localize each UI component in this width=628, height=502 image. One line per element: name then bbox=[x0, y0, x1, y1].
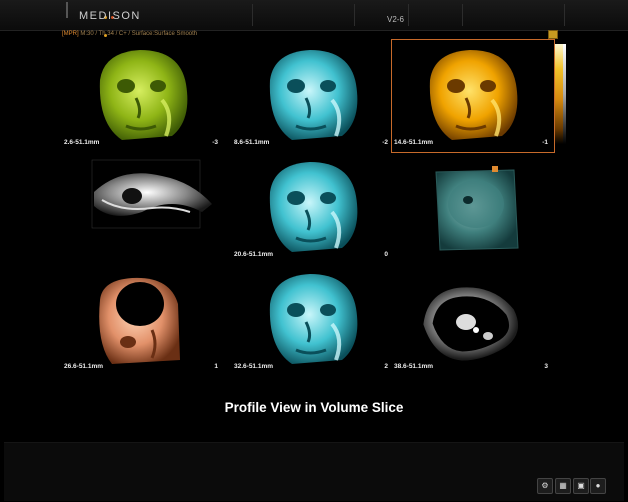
view-caption: Profile View in Volume Slice bbox=[224, 400, 404, 415]
slice-tile[interactable] bbox=[392, 152, 554, 264]
mode-label: [MPR] bbox=[62, 31, 79, 37]
divider bbox=[252, 4, 253, 26]
slice-tile[interactable]: 20.6-51.1mm 0 bbox=[232, 152, 394, 264]
slice-range-label: 2.6-51.1mm bbox=[64, 139, 100, 146]
divider bbox=[462, 4, 463, 26]
settings-icon[interactable]: ⚙ bbox=[537, 478, 553, 494]
slice-index-label: -3 bbox=[212, 139, 218, 146]
slice-index-label: -1 bbox=[542, 139, 548, 146]
divider bbox=[354, 4, 355, 26]
slice-tile[interactable]: 32.6-51.1mm 2 bbox=[232, 264, 394, 376]
slice-index-label: -2 bbox=[382, 139, 388, 146]
slice-range-label: 8.6-51.1mm bbox=[234, 139, 270, 146]
slice-range-label: 38.6-51.1mm bbox=[394, 363, 434, 370]
divider bbox=[564, 4, 565, 26]
probe-label: V2-6 bbox=[387, 15, 404, 24]
divider bbox=[408, 4, 409, 26]
lock-icon[interactable]: ● bbox=[590, 478, 606, 494]
slice-tile[interactable]: 26.6-51.1mm 1 bbox=[62, 264, 224, 376]
display-icon[interactable] bbox=[548, 30, 558, 39]
slice-tile[interactable]: 8.6-51.1mm -2 bbox=[232, 40, 394, 152]
slice-range-label: 26.6-51.1mm bbox=[64, 363, 104, 370]
slice-tile[interactable]: 14.6-51.1mm -1 bbox=[391, 39, 555, 153]
slice-index-label: 0 bbox=[384, 251, 388, 258]
divider bbox=[66, 2, 68, 18]
params-label: M:30 / Th 34 / C+ / Surface:Surface Smoo… bbox=[80, 31, 198, 37]
info-line: [MPR] M:30 / Th 34 / C+ / Surface:Surfac… bbox=[62, 31, 197, 37]
gray-scale-bar bbox=[563, 44, 566, 144]
slice-index-label: 3 bbox=[544, 363, 548, 370]
slice-range-label: 14.6-51.1mm bbox=[394, 139, 434, 146]
slice-range-label: 32.6-51.1mm bbox=[234, 363, 274, 370]
slice-range-label: 20.6-51.1mm bbox=[234, 251, 274, 258]
grid-icon[interactable]: ▦ bbox=[555, 478, 571, 494]
bottom-bar bbox=[4, 442, 624, 501]
slice-index-label: 1 bbox=[214, 363, 218, 370]
top-bar: MEDISON V2-6 bbox=[0, 0, 628, 37]
slice-tile[interactable] bbox=[62, 152, 224, 264]
slice-tile[interactable]: 38.6-51.1mm 3 bbox=[392, 264, 554, 376]
monitor-icon[interactable]: ▣ bbox=[573, 478, 589, 494]
slice-index-label: 2 bbox=[384, 363, 388, 370]
slice-tile[interactable]: 2.6-51.1mm -3 bbox=[62, 40, 224, 152]
brand-logo: MEDISON bbox=[79, 10, 141, 22]
